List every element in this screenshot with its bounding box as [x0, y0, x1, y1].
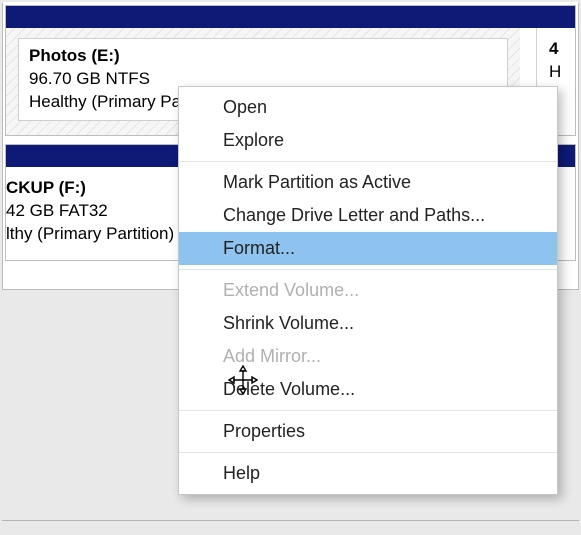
menu-item-change-drive-letter-and-paths[interactable]: Change Drive Letter and Paths... [179, 199, 557, 232]
menu-item-mark-partition-as-active[interactable]: Mark Partition as Active [179, 166, 557, 199]
menu-separator [179, 410, 557, 411]
volume-status: H [549, 61, 563, 84]
disk-header-0 [6, 6, 575, 28]
volume-title: Photos (E:) [29, 45, 497, 68]
menu-item-add-mirror: Add Mirror... [179, 340, 557, 373]
menu-item-delete-volume[interactable]: Delete Volume... [179, 373, 557, 406]
menu-separator [179, 161, 557, 162]
menu-item-help[interactable]: Help [179, 457, 557, 490]
menu-item-explore[interactable]: Explore [179, 124, 557, 157]
menu-item-shrink-volume[interactable]: Shrink Volume... [179, 307, 557, 340]
menu-separator [179, 269, 557, 270]
volume-title: 4 [549, 38, 563, 61]
menu-item-format[interactable]: Format... [179, 232, 557, 265]
menu-separator [179, 452, 557, 453]
menu-item-extend-volume: Extend Volume... [179, 274, 557, 307]
menu-item-open[interactable]: Open [179, 91, 557, 124]
menu-item-properties[interactable]: Properties [179, 415, 557, 448]
panel-divider [2, 520, 579, 521]
volume-context-menu: OpenExplore Mark Partition as ActiveChang… [178, 86, 558, 495]
